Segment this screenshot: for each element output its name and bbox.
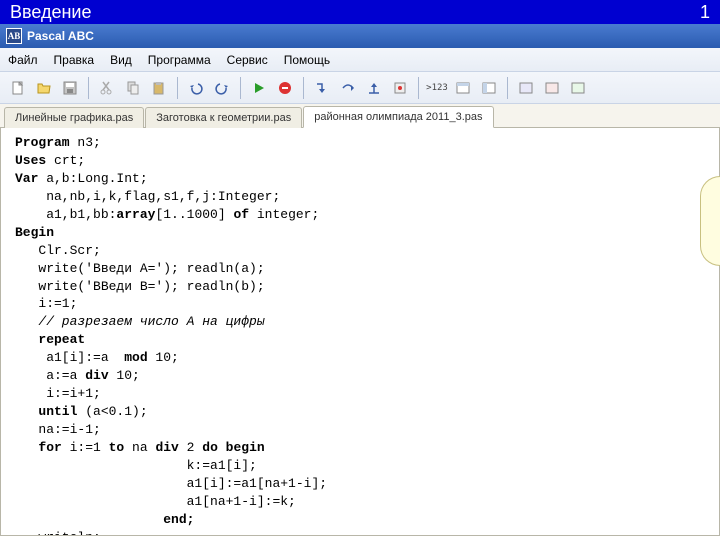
code-keyword: of xyxy=(233,207,249,222)
tool-button-1[interactable] xyxy=(514,76,538,100)
code-keyword: until xyxy=(15,404,77,419)
paste-button[interactable] xyxy=(147,76,171,100)
code-keyword: repeat xyxy=(15,332,85,347)
code-text: 2 xyxy=(179,440,202,455)
code-text: na:=i-1; xyxy=(15,422,101,437)
toolbar-separator xyxy=(303,77,304,99)
code-text: a:=a xyxy=(15,368,85,383)
code-keyword: to xyxy=(109,440,125,455)
tool-button-3[interactable] xyxy=(566,76,590,100)
toolbar-separator xyxy=(88,77,89,99)
code-keyword: Begin xyxy=(15,225,54,240)
menu-help[interactable]: Помощь xyxy=(284,53,330,67)
code-text: write('Введи A='); readln(a); xyxy=(15,261,265,276)
code-text: write('ВВеди B='); readln(b); xyxy=(15,279,265,294)
code-keyword: for xyxy=(15,440,62,455)
open-file-button[interactable] xyxy=(32,76,56,100)
code-keyword: Program xyxy=(15,135,70,150)
toolbar-separator xyxy=(418,77,419,99)
toolbar-separator xyxy=(240,77,241,99)
file-tab[interactable]: Линейные графика.pas xyxy=(4,107,144,128)
slide-title: Введение xyxy=(10,2,92,23)
code-text: a1,b1,bb: xyxy=(15,207,116,222)
code-keyword: Var xyxy=(15,171,38,186)
stop-button[interactable] xyxy=(273,76,297,100)
code-keyword: Uses xyxy=(15,153,46,168)
menu-edit[interactable]: Правка xyxy=(54,53,95,67)
file-tab-active[interactable]: районная олимпиада 2011_3.pas xyxy=(303,106,493,128)
new-file-button[interactable] xyxy=(6,76,30,100)
step-over-button[interactable] xyxy=(336,76,360,100)
code-text: crt; xyxy=(46,153,85,168)
menu-program[interactable]: Программа xyxy=(148,53,211,67)
code-text: n3; xyxy=(70,135,101,150)
code-text: 10; xyxy=(148,350,179,365)
menu-bar: Файл Правка Вид Программа Сервис Помощь xyxy=(0,48,720,72)
file-tab[interactable]: Заготовка к геометрии.pas xyxy=(145,107,302,128)
code-keyword: mod xyxy=(124,350,147,365)
code-text: Clr.Scr; xyxy=(15,243,101,258)
code-text: writeln; xyxy=(15,530,101,536)
trace-button[interactable]: >123 xyxy=(425,76,449,100)
window-title-bar: AB Pascal ABC xyxy=(0,24,720,48)
code-text: na xyxy=(124,440,155,455)
tool-button-2[interactable] xyxy=(540,76,564,100)
toolbar-separator xyxy=(177,77,178,99)
save-button[interactable] xyxy=(58,76,82,100)
code-text: 10; xyxy=(109,368,140,383)
code-text: i:=i+1; xyxy=(15,386,101,401)
code-keyword: do begin xyxy=(202,440,264,455)
code-text: [1..1000] xyxy=(155,207,233,222)
file-tab-bar: Линейные графика.pas Заготовка к геометр… xyxy=(0,104,720,128)
menu-view[interactable]: Вид xyxy=(110,53,132,67)
app-icon: AB xyxy=(6,28,22,44)
step-into-button[interactable] xyxy=(310,76,334,100)
window-button-2[interactable] xyxy=(477,76,501,100)
code-text: i:=1 xyxy=(62,440,109,455)
step-out-button[interactable] xyxy=(362,76,386,100)
code-text: (a<0.1); xyxy=(77,404,147,419)
cut-button[interactable] xyxy=(95,76,119,100)
redo-button[interactable] xyxy=(210,76,234,100)
app-title: Pascal ABC xyxy=(27,29,94,43)
toolbar-separator xyxy=(507,77,508,99)
menu-file[interactable]: Файл xyxy=(8,53,38,67)
slide-page-number: 1 xyxy=(700,2,710,23)
code-text: a1[i]:=a xyxy=(15,350,124,365)
copy-button[interactable] xyxy=(121,76,145,100)
breakpoint-button[interactable] xyxy=(388,76,412,100)
code-text: k:=a1[i]; xyxy=(15,458,257,473)
code-text: i:=1; xyxy=(15,296,77,311)
code-keyword: div xyxy=(85,368,108,383)
code-editor[interactable]: Program n3; Uses crt; Var a,b:Long.Int; … xyxy=(0,128,720,536)
menu-service[interactable]: Сервис xyxy=(227,53,268,67)
code-keyword: div xyxy=(155,440,178,455)
code-text: integer; xyxy=(249,207,319,222)
slide-header: Введение 1 xyxy=(0,0,720,24)
window-button-1[interactable] xyxy=(451,76,475,100)
code-comment: // разрезаем число А на цифры xyxy=(15,314,265,329)
code-keyword: end; xyxy=(15,512,194,527)
toolbar: >123 xyxy=(0,72,720,104)
callout-shape xyxy=(700,176,720,266)
code-text: a,b:Long.Int; xyxy=(38,171,147,186)
undo-button[interactable] xyxy=(184,76,208,100)
code-keyword: array xyxy=(116,207,155,222)
code-text: a1[i]:=a1[na+1-i]; xyxy=(15,476,327,491)
code-text: a1[na+1-i]:=k; xyxy=(15,494,296,509)
run-button[interactable] xyxy=(247,76,271,100)
code-text: na,nb,i,k,flag,s1,f,j:Integer; xyxy=(15,189,280,204)
